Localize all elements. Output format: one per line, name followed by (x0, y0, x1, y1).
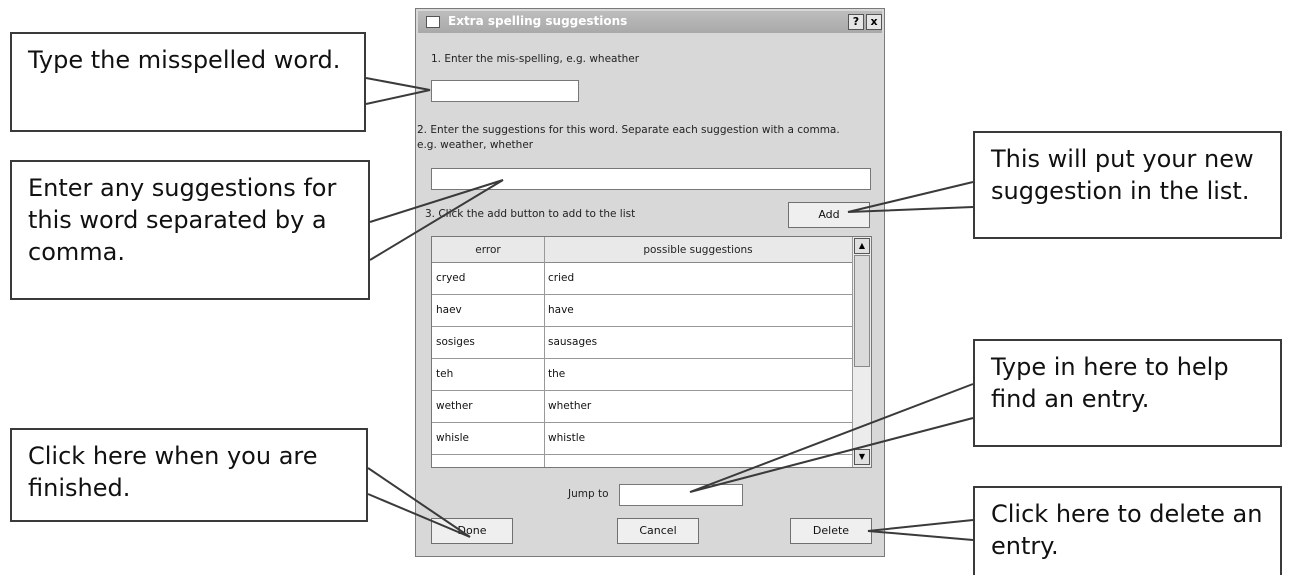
pointer-delete (867, 519, 974, 541)
pointer-finished (367, 467, 471, 538)
callout-pointers (365, 77, 974, 541)
pointer-suggestions (369, 179, 504, 261)
pointer-misspelled (365, 77, 431, 105)
pointer-add (847, 181, 974, 213)
pointer-find (689, 383, 974, 493)
